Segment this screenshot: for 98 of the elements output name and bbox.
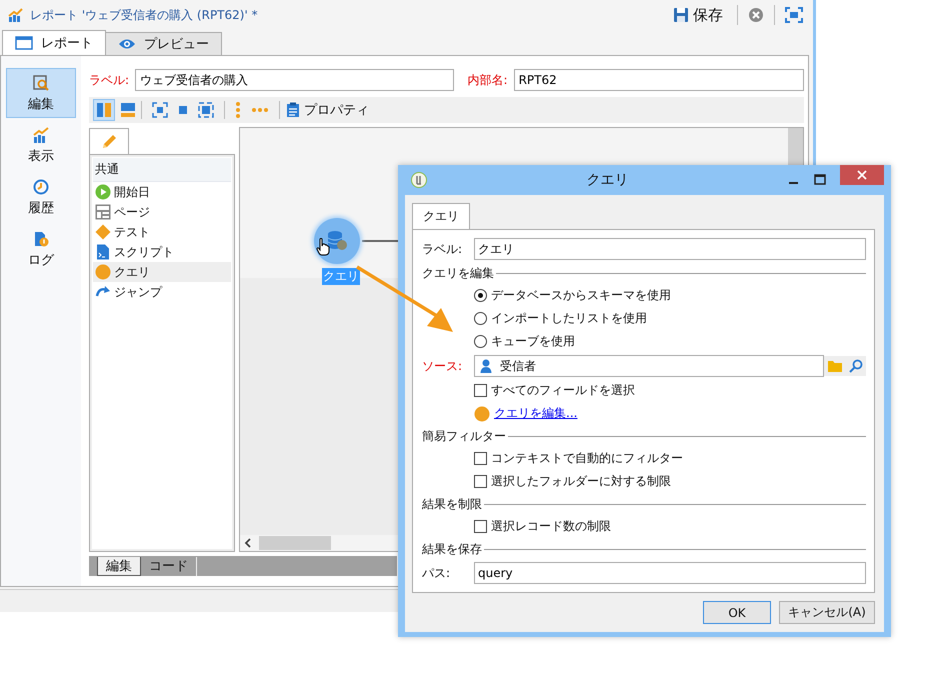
eye-icon [118,37,136,51]
section-title: 結果を制限 [422,496,482,512]
save-button[interactable]: 保存 [669,6,727,24]
palette-item[interactable]: クエリ [93,262,231,282]
window-icon [15,36,33,50]
sidebar-label: 履歴 [28,200,54,216]
database-icon [326,230,348,252]
option-label: インポートしたリストを使用 [491,310,647,327]
option-label: キューブを使用 [491,333,575,350]
option-label: すべてのフィールドを選択 [491,382,635,399]
option-label: コンテキストで自動的にフィルター [491,450,683,467]
edit-query-link[interactable]: クエリを編集... [494,405,578,422]
cancel-button[interactable]: キャンセル(A) [779,601,875,624]
hand-cursor-icon [316,238,330,256]
magnifier-icon [32,74,50,92]
option-label: データベースからスキーマを使用 [491,287,671,304]
sidebar-item[interactable]: 履歴 [6,172,76,222]
script-file-icon [95,244,111,260]
search-icon[interactable] [849,359,863,373]
internal-name-caption: 内部名: [468,72,508,88]
path-field[interactable]: query [474,562,866,584]
checkbox[interactable] [474,520,487,533]
properties-button[interactable]: プロパティ [286,101,369,119]
ok-button[interactable]: OK [703,601,771,624]
chevron-left-icon[interactable] [243,538,253,548]
section-title: 簡易フィルター [422,428,506,444]
source-value: 受信者 [500,358,536,374]
clock-icon [32,178,50,196]
path-caption: パス: [422,564,452,582]
vertical-dots-icon[interactable] [235,102,241,118]
palette-label: テスト [114,224,150,240]
sidebar-item[interactable]: ログ [6,224,76,274]
circle-icon [95,264,111,280]
maximize-icon[interactable] [814,174,826,186]
palette-item[interactable]: ページ [93,202,231,222]
node-label: クエリ [322,268,360,285]
columns-icon [96,102,112,118]
label-caption: ラベル: [422,240,464,258]
palette-label: クエリ [114,264,150,280]
dialog-tab[interactable]: クエリ [412,203,470,229]
rows-icon [120,102,136,118]
option-label: 選択レコード数の制限 [491,518,611,535]
checkbox[interactable] [474,452,487,465]
query-icon [474,406,490,422]
checkbox[interactable] [474,475,487,488]
palette-item[interactable]: テスト [93,222,231,242]
palette-tab[interactable] [89,128,129,154]
play-icon [95,184,111,200]
radio-button[interactable] [474,289,487,302]
sidebar-label: 編集 [28,96,54,112]
label-field[interactable]: クエリ [474,238,866,260]
checkbox[interactable] [474,384,487,397]
tab[interactable]: レポート [2,30,106,55]
radio-button[interactable] [474,335,487,348]
sidebar-item[interactable]: 表示 [6,120,76,170]
window-title: レポート 'ウェブ受信者の購入 (RPT62)' * [30,6,258,24]
source-caption: ソース: [422,358,464,374]
sidebar-label: 表示 [28,148,54,164]
palette-item[interactable]: 開始日 [93,182,231,202]
palette-label: ページ [114,204,150,220]
columns-layout-button[interactable] [93,99,115,121]
app-icon [411,172,427,188]
editor-tab[interactable]: 編集 [97,557,141,576]
clipboard-icon [286,102,300,118]
close-icon [857,170,867,180]
fit-icon[interactable] [152,102,168,118]
palette-header: 共通 [93,158,231,182]
save-icon [673,7,689,23]
fullscreen-icon[interactable] [785,7,803,23]
option-label: 選択したフォルダーに対する制限 [491,473,671,490]
page-layout-icon [95,204,111,220]
palette-item[interactable]: スクリプト [93,242,231,262]
palette-label: 開始日 [114,184,150,200]
pencil-icon [101,134,117,150]
close-icon[interactable] [748,7,764,23]
square-icon[interactable] [178,105,188,115]
palette-label: ジャンプ [114,284,162,300]
sidebar-item[interactable]: 編集 [6,68,76,118]
label-field[interactable]: ウェブ受信者の購入 [135,69,454,91]
palette-label: スクリプト [114,244,174,260]
tab[interactable]: プレビュー [105,32,222,55]
dialog-title: クエリ [586,171,630,189]
horizontal-dots-icon[interactable] [251,107,269,113]
person-icon [480,359,492,373]
section-title: 結果を保存 [422,540,482,558]
zoom-frame-icon[interactable] [198,102,214,118]
chart-icon [8,7,24,23]
chart-icon [32,126,50,144]
palette-item[interactable]: ジャンプ [93,282,231,302]
close-button[interactable] [840,165,884,185]
sidebar-label: ログ [28,252,54,268]
source-field[interactable]: 受信者 [474,355,824,377]
radio-button[interactable] [474,312,487,325]
log-icon [32,230,50,248]
diamond-icon [95,224,111,240]
section-title: クエリを編集 [422,264,494,282]
internal-name-field[interactable]: RPT62 [514,69,804,91]
label-caption: ラベル: [89,72,130,88]
